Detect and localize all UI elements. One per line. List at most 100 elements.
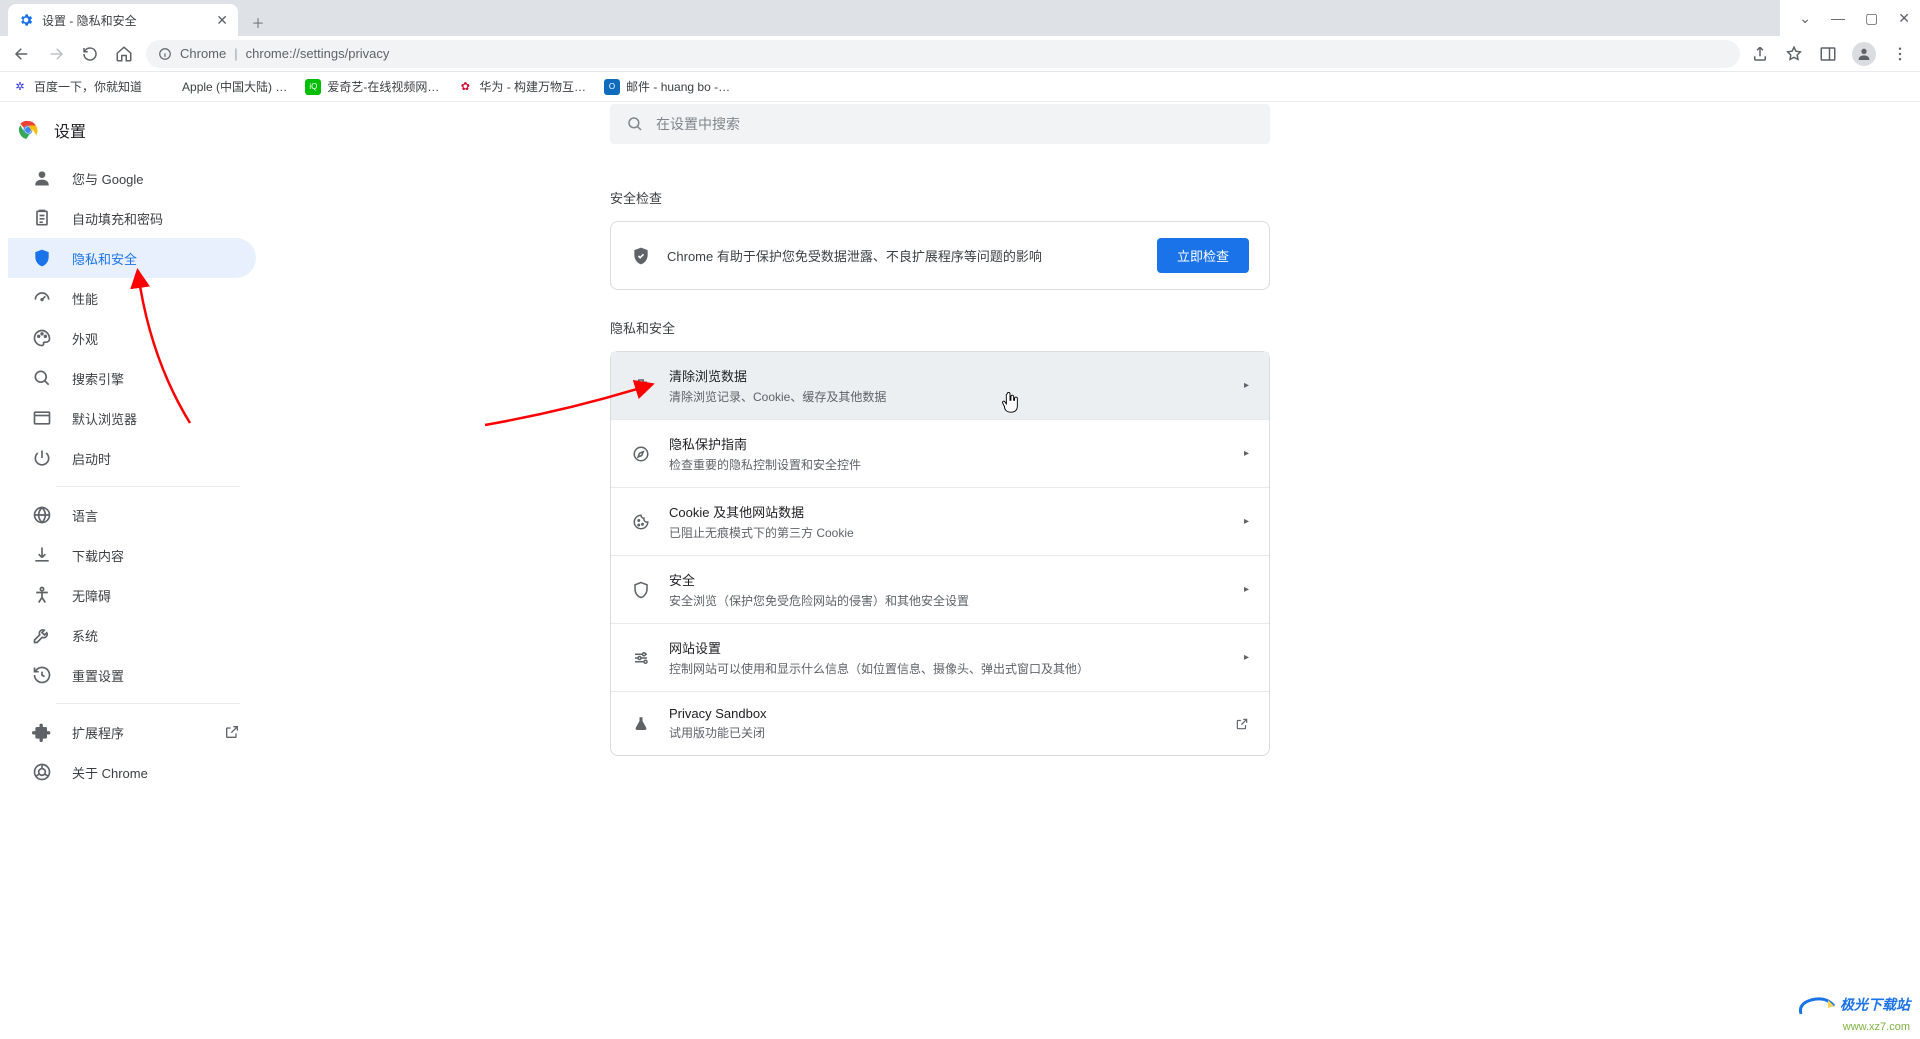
sidebar-item-about[interactable]: 关于 Chrome [8, 752, 256, 792]
settings-title: 设置 [54, 118, 86, 142]
power-icon [32, 448, 52, 468]
sidebar-item-on-startup[interactable]: 启动时 [8, 438, 256, 478]
sidebar-item-performance[interactable]: 性能 [8, 278, 256, 318]
close-tab-icon[interactable]: ✕ [216, 12, 228, 29]
privacy-card: 清除浏览数据 清除浏览记录、Cookie、缓存及其他数据 ▸ 隐私保护指南 检查… [610, 351, 1270, 756]
section-title-privacy: 隐私和安全 [610, 318, 1270, 337]
star-icon[interactable] [1784, 44, 1804, 64]
external-link-icon [224, 724, 240, 740]
bookmark-item[interactable]: O 邮件 - huang bo -… [604, 78, 730, 95]
row-privacy-sandbox[interactable]: Privacy Sandbox 试用版功能已关闭 [611, 692, 1269, 755]
extension-icon [32, 722, 52, 742]
bookmark-favicon: ✲ [12, 79, 28, 95]
chevron-right-icon: ▸ [1244, 584, 1249, 595]
sidebar-item-privacy[interactable]: 隐私和安全 [8, 238, 256, 278]
external-link-icon [1235, 717, 1249, 731]
trash-icon [631, 376, 651, 396]
window-minimize-icon[interactable]: — [1831, 10, 1845, 26]
window-controls: ⌄ — ▢ ✕ [1799, 0, 1920, 36]
download-icon [32, 545, 52, 565]
tune-icon [631, 648, 651, 668]
site-info-icon[interactable] [158, 47, 172, 61]
flask-icon [631, 714, 651, 734]
row-cookies[interactable]: Cookie 及其他网站数据 已阻止无痕模式下的第三方 Cookie ▸ [611, 488, 1269, 556]
wrench-icon [32, 625, 52, 645]
menu-icon[interactable] [1890, 44, 1910, 64]
window-close-icon[interactable]: ✕ [1898, 10, 1910, 27]
globe-icon [32, 505, 52, 525]
omnibox[interactable]: Chrome | chrome://settings/privacy [146, 40, 1740, 68]
chrome-icon [32, 762, 52, 782]
share-icon[interactable] [1750, 44, 1770, 64]
shield-icon [32, 248, 52, 268]
profile-avatar[interactable] [1852, 42, 1876, 66]
person-icon [32, 168, 52, 188]
sidebar-item-extensions[interactable]: 扩展程序 [8, 712, 256, 752]
safety-check-button[interactable]: 立即检查 [1157, 238, 1249, 273]
search-icon [32, 368, 52, 388]
browser-tab[interactable]: 设置 - 隐私和安全 ✕ [8, 4, 238, 36]
reload-button[interactable] [78, 42, 102, 66]
gear-icon [18, 12, 34, 28]
bookmark-favicon: iQ [305, 79, 321, 95]
bookmark-favicon: ✿ [457, 79, 473, 95]
accessibility-icon [32, 585, 52, 605]
sidebar-item-search-engine[interactable]: 搜索引擎 [8, 358, 256, 398]
row-security[interactable]: 安全 安全浏览（保护您免受危险网站的侵害）和其他安全设置 ▸ [611, 556, 1269, 624]
forward-button[interactable] [44, 42, 68, 66]
sidebar-item-downloads[interactable]: 下载内容 [8, 535, 256, 575]
window-maximize-icon[interactable]: ▢ [1865, 10, 1878, 27]
chevron-right-icon: ▸ [1244, 448, 1249, 459]
speedometer-icon [32, 288, 52, 308]
bookmark-item[interactable]: ✲ 百度一下，你就知道 [12, 78, 142, 95]
tab-strip: 设置 - 隐私和安全 ✕ ＋ [0, 0, 1780, 36]
section-title-safety: 安全检查 [610, 188, 1270, 207]
shield-icon [631, 580, 651, 600]
sidebar-item-you-and-google[interactable]: 您与 Google [8, 158, 256, 198]
window-icon [32, 408, 52, 428]
bookmark-item[interactable]: ✿ 华为 - 构建万物互… [457, 78, 586, 95]
browser-toolbar: Chrome | chrome://settings/privacy [0, 36, 1920, 72]
watermark: 极光下载站 www.xz7.com [1796, 994, 1910, 1033]
sidebar-item-appearance[interactable]: 外观 [8, 318, 256, 358]
bookmark-item[interactable]: Apple (中国大陆) … [160, 78, 287, 95]
sidebar-item-accessibility[interactable]: 无障碍 [8, 575, 256, 615]
url-path: chrome://settings/privacy [246, 46, 390, 61]
back-button[interactable] [10, 42, 34, 66]
tab-title: 设置 - 隐私和安全 [42, 12, 208, 29]
sidebar-item-reset[interactable]: 重置设置 [8, 655, 256, 695]
bookmark-favicon: O [604, 79, 620, 95]
sidebar-item-system[interactable]: 系统 [8, 615, 256, 655]
apple-icon [160, 79, 176, 95]
sidebar-item-default-browser[interactable]: 默认浏览器 [8, 398, 256, 438]
compass-icon [631, 444, 651, 464]
cookie-icon [631, 512, 651, 532]
search-placeholder: 在设置中搜索 [656, 114, 740, 134]
palette-icon [32, 328, 52, 348]
shield-check-icon [631, 246, 651, 266]
main-content: 安全检查 Chrome 有助于保护您免受数据泄露、不良扩展程序等问题的影响 立即… [610, 172, 1270, 756]
clipboard-icon [32, 208, 52, 228]
url-site: Chrome [180, 46, 226, 61]
chevron-right-icon: ▸ [1244, 516, 1249, 527]
settings-search-input[interactable]: 在设置中搜索 [610, 104, 1270, 144]
safety-check-message: Chrome 有助于保护您免受数据泄露、不良扩展程序等问题的影响 [667, 246, 1141, 265]
new-tab-button[interactable]: ＋ [244, 8, 272, 36]
watermark-logo-icon [1796, 994, 1836, 1018]
restore-icon [32, 665, 52, 685]
bookmark-item[interactable]: iQ 爱奇艺-在线视频网… [305, 78, 439, 95]
row-privacy-guide[interactable]: 隐私保护指南 检查重要的隐私控制设置和安全控件 ▸ [611, 420, 1269, 488]
chevron-right-icon: ▸ [1244, 652, 1249, 663]
row-site-settings[interactable]: 网站设置 控制网站可以使用和显示什么信息（如位置信息、摄像头、弹出式窗口及其他）… [611, 624, 1269, 692]
home-button[interactable] [112, 42, 136, 66]
side-panel-icon[interactable] [1818, 44, 1838, 64]
settings-sidebar: 您与 Google 自动填充和密码 隐私和安全 性能 外观 搜索引擎 默认浏览器… [8, 158, 256, 792]
chrome-logo-icon [16, 118, 40, 142]
safety-check-card: Chrome 有助于保护您免受数据泄露、不良扩展程序等问题的影响 立即检查 [610, 221, 1270, 290]
sidebar-item-languages[interactable]: 语言 [8, 495, 256, 535]
window-dropdown-icon[interactable]: ⌄ [1799, 10, 1811, 27]
cursor-pointer-icon [1000, 392, 1020, 414]
chevron-right-icon: ▸ [1244, 380, 1249, 391]
sidebar-item-autofill[interactable]: 自动填充和密码 [8, 198, 256, 238]
row-clear-browsing-data[interactable]: 清除浏览数据 清除浏览记录、Cookie、缓存及其他数据 ▸ [611, 352, 1269, 420]
